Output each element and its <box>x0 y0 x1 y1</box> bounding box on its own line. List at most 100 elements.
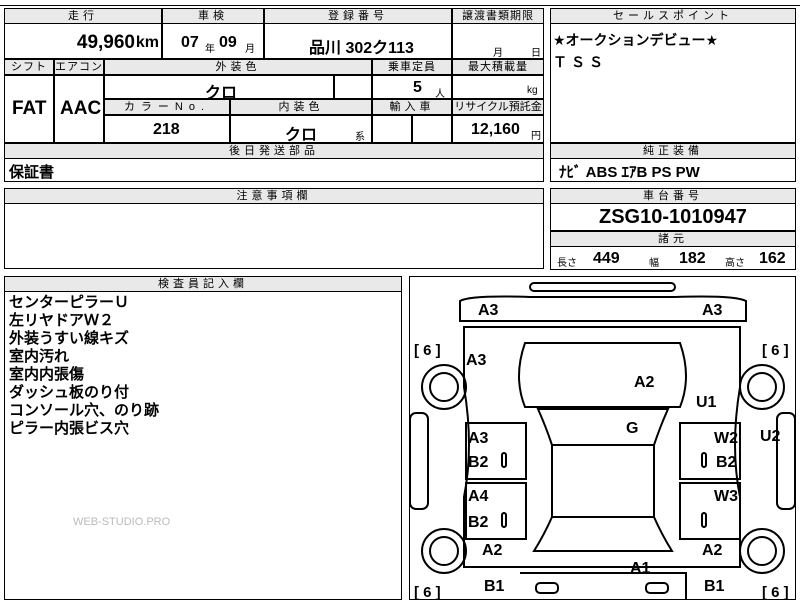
recycle-cell: 12,160 円 <box>452 115 544 143</box>
inspector-box: センターピラーＵ 左リヤドアＷ２ 外装うすい線キズ 室内汚れ 室内内張傷 ダッシ… <box>4 291 402 600</box>
import-label: 輸入車 <box>372 99 452 115</box>
rear-bumper <box>520 572 687 599</box>
wheel-rear-right <box>739 528 785 574</box>
windshield-outline <box>536 408 670 446</box>
mileage-label: 走行 <box>4 8 162 24</box>
sales-point-line-2: ＴＳＳ <box>553 54 607 70</box>
height-label: 高さ <box>725 258 745 269</box>
registration-cell: 品川 302ク113 <box>264 23 452 59</box>
length-label: 長さ <box>557 258 577 269</box>
code-fender-left: A3 <box>466 352 487 369</box>
rear-window-outline <box>532 516 674 552</box>
interior-color-value: クロ <box>285 127 318 144</box>
code-rear-door-left-a: A4 <box>468 488 489 505</box>
car-diagram: [ 6 ] [ 6 ] [ 6 ] [ 6 ] A3 A3 A3 A2 U1 U… <box>410 282 795 600</box>
tire-count-rear-left: [ 6 ] <box>414 584 441 600</box>
capacity-value: 5 <box>413 79 422 96</box>
code-front-door-right-b: B2 <box>716 454 737 471</box>
chassis-label: 車台番号 <box>550 188 796 204</box>
tire-count-front-right: [ 6 ] <box>762 342 789 359</box>
wheel-front-right <box>739 364 785 410</box>
exterior-color-extra-cell <box>334 75 372 99</box>
interior-color-cell: クロ 系 <box>230 115 372 144</box>
code-pillar-right: U2 <box>760 428 781 445</box>
shift-value: FAT <box>12 98 47 119</box>
ac-value: AAC <box>60 98 102 119</box>
code-rear-right: B1 <box>704 578 725 595</box>
note-5: 室内内張傷 <box>9 366 85 383</box>
roof-outline <box>551 444 655 518</box>
equipment-label: 純正装備 <box>550 143 796 159</box>
ac-cell: AAC <box>54 75 104 143</box>
length-value: 449 <box>593 250 620 267</box>
sales-point-box: ★オークションデビュー★ ＴＳＳ <box>550 23 796 143</box>
watermark: WEB-STUDIO.PRO <box>73 516 171 528</box>
recycle-label: リサイクル預託金 <box>452 99 544 115</box>
shift-label: シフト <box>4 59 54 75</box>
chassis-box: ZSG10-1010947 <box>550 203 796 231</box>
note-3: 外装うすい線キズ <box>9 330 130 347</box>
equipment-value: ﾅﾋﾞ ABS ｴｱB PS PW <box>559 164 700 181</box>
exterior-color-label: 外装色 <box>104 59 372 75</box>
registration-label: 登録番号 <box>264 8 452 24</box>
car-diagram-box: [ 6 ] [ 6 ] [ 6 ] [ 6 ] A3 A3 A3 A2 U1 U… <box>409 276 796 600</box>
code-rear-door-right: W3 <box>714 488 738 505</box>
transfer-day-unit: 日 <box>531 48 541 59</box>
capacity-label: 乗車定員 <box>372 59 452 75</box>
note-1: センターピラーＵ <box>9 294 130 311</box>
capacity-unit: 人 <box>435 89 445 100</box>
note-7: コンソール穴、のり跡 <box>9 402 160 419</box>
shift-cell: FAT <box>4 75 54 143</box>
ac-label: エアコン <box>54 59 104 75</box>
transfer-deadline-cell: 月 日 <box>452 23 544 59</box>
later-parts-value: 保証書 <box>9 164 55 181</box>
mileage-unit: km <box>135 34 159 51</box>
color-no-value: 218 <box>153 121 180 138</box>
sales-point-label: セールスポイント <box>550 8 796 24</box>
interior-suffix: 系 <box>355 132 365 143</box>
year-unit: 年 <box>205 44 215 55</box>
code-rear-left: B1 <box>484 578 505 595</box>
month-unit: 月 <box>245 44 255 55</box>
inspection-month: 09 <box>219 34 237 51</box>
import-cell-b <box>412 115 452 143</box>
tire-count-rear-right: [ 6 ] <box>762 584 789 600</box>
note-6: ダッシュ板のり付 <box>9 384 130 401</box>
mileage-cell: 49,960 km <box>4 23 162 59</box>
code-fender-right: U1 <box>696 394 717 411</box>
note-2: 左リヤドアＷ２ <box>9 312 115 329</box>
left-side-panel <box>410 412 429 510</box>
inspection-year: 07 <box>181 34 199 51</box>
inspection-cell: 07 年 09 月 <box>162 23 264 59</box>
later-parts-label: 後日発送部品 <box>4 143 544 159</box>
sales-point-line-1: ★オークションデビュー★ <box>553 32 719 48</box>
spec-label: 諸元 <box>550 231 796 247</box>
wheel-front-left <box>421 364 467 410</box>
equipment-box: ﾅﾋﾞ ABS ｴｱB PS PW <box>550 158 796 182</box>
height-value: 162 <box>759 250 786 267</box>
chassis-value: ZSG10-1010947 <box>599 206 747 228</box>
code-front-door-right-a: W2 <box>714 430 738 447</box>
transfer-month-unit: 月 <box>493 48 503 59</box>
later-parts-box: 保証書 <box>4 158 544 182</box>
recycle-value: 12,160 <box>471 121 520 138</box>
code-front-door-left-b: B2 <box>468 454 489 471</box>
caution-label: 注意事項欄 <box>4 188 544 204</box>
note-8: ピラー内張ビス穴 <box>9 420 130 437</box>
code-trunk: A1 <box>630 560 651 577</box>
top-cutoff-row <box>0 0 800 6</box>
yen-unit: 円 <box>531 131 541 142</box>
exterior-color-cell: クロ <box>104 75 334 102</box>
code-front-right: A3 <box>702 302 723 319</box>
code-roof: G <box>626 420 638 437</box>
inspection-label: 車検 <box>162 8 264 24</box>
spec-box: 長さ 449 幅 182 高さ 162 <box>550 246 796 270</box>
width-label: 幅 <box>649 258 659 269</box>
max-load-unit: kg <box>527 85 538 96</box>
max-load-cell: kg <box>452 75 544 99</box>
code-rear-door-left-b: B2 <box>468 514 489 531</box>
code-hood: A2 <box>634 374 655 391</box>
color-no-cell: 218 <box>104 115 230 143</box>
interior-color-label: 内装色 <box>230 99 372 115</box>
code-rear-fender-right: A2 <box>702 542 723 559</box>
